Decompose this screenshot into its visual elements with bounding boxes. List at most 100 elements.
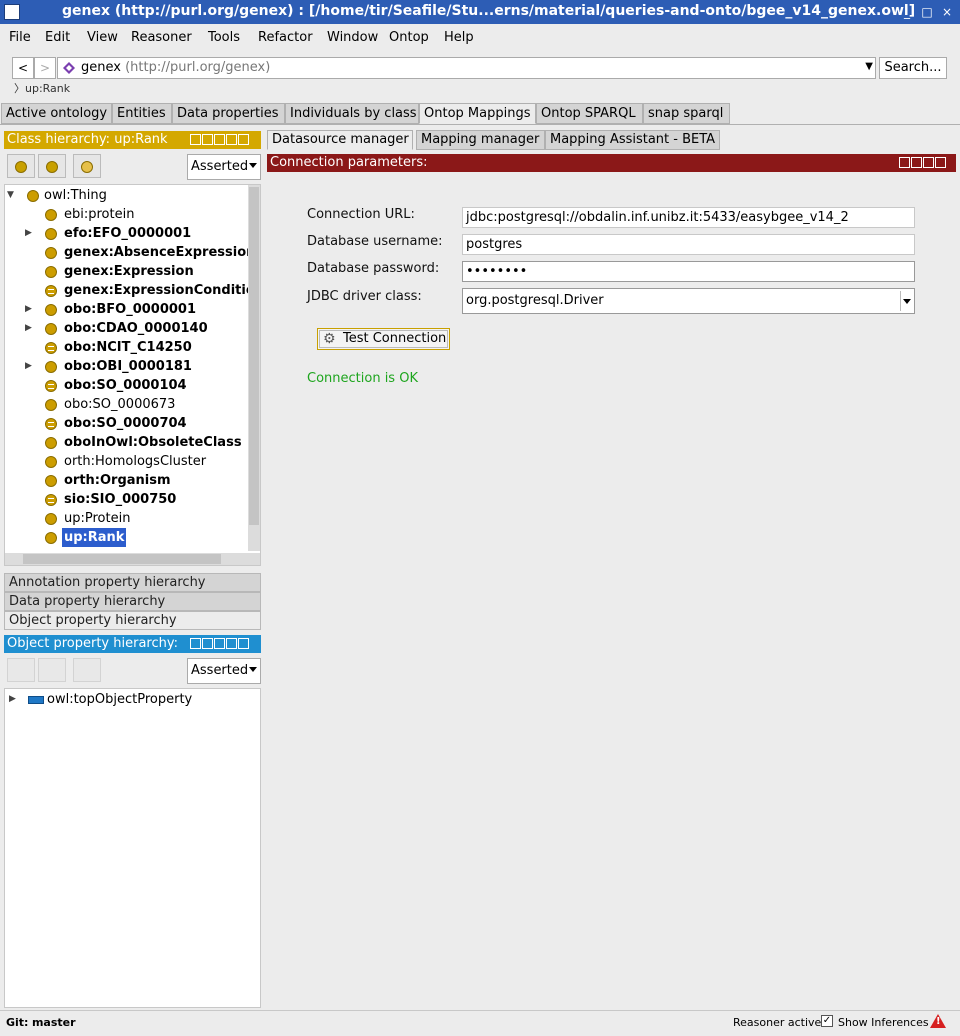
property-hierarchy-mode-value: Asserted <box>191 663 249 678</box>
connection-status-message: Connection is OK <box>307 371 418 386</box>
collapse-triangle-icon[interactable]: ▼ <box>7 186 19 205</box>
database-password-label: Database password: <box>307 261 440 276</box>
back-button[interactable]: < <box>12 57 34 79</box>
delete-class-button[interactable] <box>73 154 101 178</box>
object-property-tree[interactable]: ▶ owl:topObjectProperty <box>4 688 261 1008</box>
forward-button[interactable]: > <box>34 57 56 79</box>
class-hierarchy-mode-select[interactable]: Asserted <box>187 154 261 180</box>
horizontal-scrollbar[interactable] <box>5 553 260 565</box>
menu-window[interactable]: Window <box>327 30 378 45</box>
split-view-icon[interactable] <box>899 157 910 168</box>
tab-ontop-mappings[interactable]: Ontop Mappings <box>419 103 536 124</box>
tab-datasource-manager[interactable]: Datasource manager <box>267 130 413 150</box>
class-icon <box>45 266 57 278</box>
warning-icon[interactable] <box>930 1014 946 1028</box>
minimize-view-icon[interactable] <box>214 134 225 145</box>
expand-triangle-icon[interactable]: ▶ <box>25 300 37 319</box>
database-username-field[interactable]: postgres <box>462 234 915 255</box>
tab-snap-sparql[interactable]: snap sparql <box>643 103 730 124</box>
menu-edit[interactable]: Edit <box>45 30 70 45</box>
show-inferences-checkbox[interactable]: ✓ <box>821 1015 833 1027</box>
menu-file[interactable]: File <box>9 30 31 45</box>
tab-active-ontology[interactable]: Active ontology <box>1 103 112 124</box>
git-status: Git: master <box>6 1016 76 1029</box>
class-icon <box>45 285 57 297</box>
connection-parameters-header: Connection parameters: <box>267 154 956 172</box>
maximize-view-icon[interactable] <box>226 638 237 649</box>
delete-property-button[interactable] <box>73 658 101 682</box>
class-hierarchy-title-bar: Class hierarchy: up:Rank <box>4 131 261 149</box>
breadcrumb-item[interactable]: up:Rank <box>25 82 70 95</box>
tab-mapping-manager[interactable]: Mapping manager <box>416 130 545 150</box>
chevron-down-icon <box>903 299 911 304</box>
maximize-view-icon[interactable] <box>923 157 934 168</box>
class-icon <box>45 418 57 430</box>
jdbc-driver-select[interactable]: org.postgresql.Driver <box>462 288 915 314</box>
expand-triangle-icon[interactable]: ▶ <box>25 319 37 338</box>
split-view-icon[interactable] <box>202 134 213 145</box>
add-subclass-button[interactable] <box>7 154 35 178</box>
expand-triangle-icon[interactable]: ▶ <box>25 224 37 243</box>
minimize-view-icon[interactable] <box>911 157 922 168</box>
close-view-icon[interactable] <box>238 638 249 649</box>
close-view-icon[interactable] <box>935 157 946 168</box>
minimize-button[interactable]: _ <box>900 5 914 19</box>
tab-annotation-property-hierarchy[interactable]: Annotation property hierarchy <box>4 573 261 592</box>
window-title: genex (http://purl.org/genex) : [/home/t… <box>62 3 916 19</box>
tab-mapping-assistant[interactable]: Mapping Assistant - BETA <box>545 130 720 150</box>
ontology-selector[interactable]: genex (http://purl.org/genex) ▼ <box>57 57 876 79</box>
tab-object-property-hierarchy[interactable]: Object property hierarchy <box>4 611 261 630</box>
test-connection-button[interactable]: ⚙ Test Connection <box>317 328 450 350</box>
class-label: genex:AbsenceExpression <box>64 245 256 260</box>
menu-reasoner[interactable]: Reasoner <box>131 30 192 45</box>
menu-help[interactable]: Help <box>444 30 474 45</box>
maximize-button[interactable]: □ <box>920 5 934 19</box>
view-controls <box>899 157 946 169</box>
sync-view-icon[interactable] <box>190 134 201 145</box>
vertical-scrollbar[interactable] <box>248 185 260 551</box>
scrollbar-thumb[interactable] <box>23 554 221 564</box>
connection-url-field[interactable]: jdbc:postgresql://obdalin.inf.unibz.it:5… <box>462 207 915 228</box>
dropdown-button[interactable] <box>900 291 912 311</box>
menu-refactor[interactable]: Refactor <box>258 30 313 45</box>
git-branch: master <box>31 1016 76 1029</box>
add-sibling-class-button[interactable] <box>38 154 66 178</box>
maximize-view-icon[interactable] <box>226 134 237 145</box>
property-hierarchy-mode-select[interactable]: Asserted <box>187 658 261 684</box>
class-label: obo:BFO_0000001 <box>64 302 197 317</box>
test-connection-label: Test Connection <box>343 331 447 346</box>
close-button[interactable]: × <box>940 5 954 19</box>
class-label: obo:SO_0000704 <box>64 416 187 431</box>
search-button[interactable]: Search... <box>879 57 947 79</box>
scrollbar-thumb[interactable] <box>249 187 259 525</box>
menu-ontop[interactable]: Ontop <box>389 30 429 45</box>
minimize-view-icon[interactable] <box>214 638 225 649</box>
breadcrumb: 〉up:Rank <box>14 82 71 95</box>
close-view-icon[interactable] <box>238 134 249 145</box>
tab-data-properties[interactable]: Data properties <box>172 103 285 124</box>
tab-individuals-by-class[interactable]: Individuals by class <box>285 103 419 124</box>
tab-entities[interactable]: Entities <box>112 103 172 124</box>
expand-triangle-icon[interactable]: ▶ <box>25 357 37 376</box>
sync-view-icon[interactable] <box>190 638 201 649</box>
class-icon <box>45 494 57 506</box>
menu-tools[interactable]: Tools <box>208 30 240 45</box>
split-view-icon[interactable] <box>202 638 213 649</box>
database-password-field[interactable]: •••••••• <box>462 261 915 282</box>
class-icon <box>45 532 57 544</box>
add-sibling-icon <box>46 161 58 173</box>
class-label: efo:EFO_0000001 <box>64 226 192 241</box>
tab-ontop-sparql[interactable]: Ontop SPARQL <box>536 103 643 124</box>
git-label: Git: <box>6 1016 29 1029</box>
jdbc-driver-label: JDBC driver class: <box>307 289 422 304</box>
class-tree[interactable]: ▼ owl:Thing ebi:protein ▶ efo:EFO_0000001 g… <box>4 184 261 566</box>
menu-view[interactable]: View <box>87 30 118 45</box>
class-label: ebi:protein <box>64 207 135 222</box>
expand-triangle-icon[interactable]: ▶ <box>9 690 21 709</box>
add-sibling-property-button[interactable] <box>38 658 66 682</box>
tab-data-property-hierarchy[interactable]: Data property hierarchy <box>4 592 261 611</box>
add-sub-property-button[interactable] <box>7 658 35 682</box>
chevron-down-icon[interactable]: ▼ <box>865 61 873 72</box>
status-bar: Git: master Reasoner active ✓ Show Infer… <box>0 1010 960 1036</box>
object-property-title-bar: Object property hierarchy: <box>4 635 261 653</box>
